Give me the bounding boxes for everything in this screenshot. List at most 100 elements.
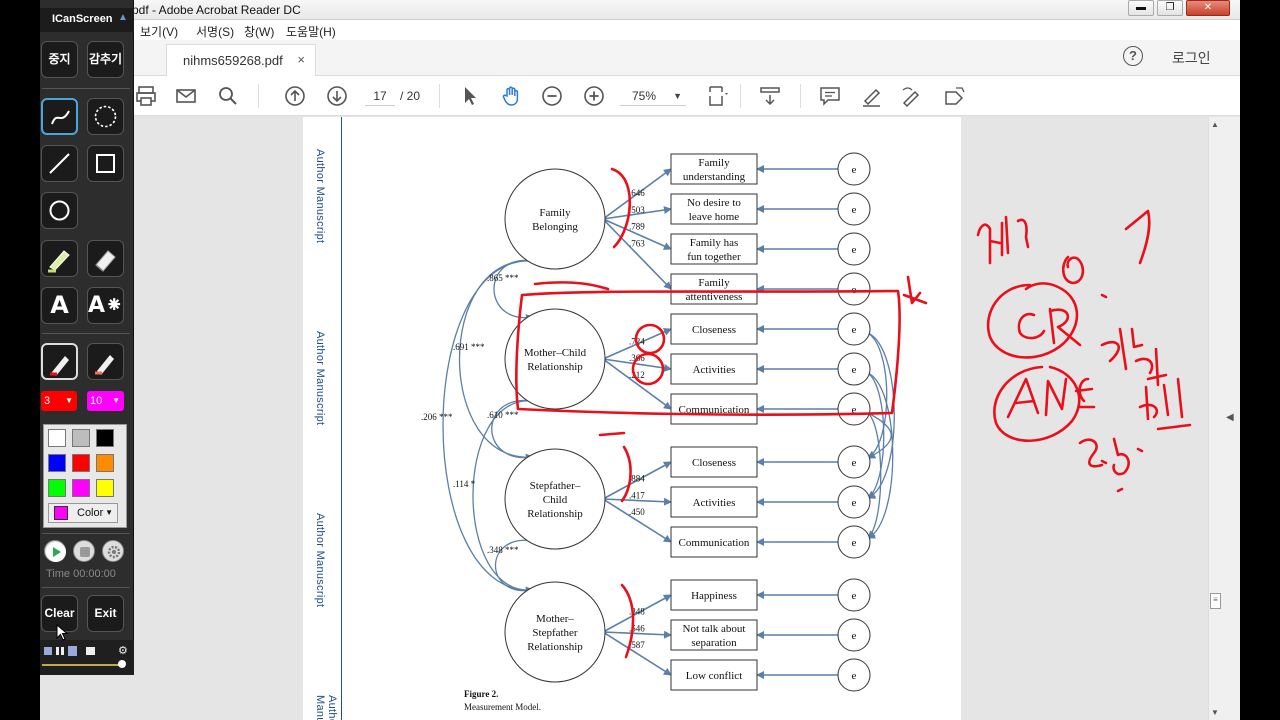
- freehand-pen-tool[interactable]: [41, 98, 78, 135]
- search-icon[interactable]: [216, 84, 240, 108]
- loading-value: .366: [629, 353, 645, 363]
- exit-button[interactable]: Exit: [87, 595, 124, 632]
- select-cursor-icon[interactable]: [458, 84, 482, 108]
- zoom-select[interactable]: 75% ▼: [620, 86, 686, 106]
- record-play-button[interactable]: [44, 540, 66, 562]
- recording-time: Time 00:00:00: [46, 568, 116, 580]
- sign-icon[interactable]: [942, 84, 966, 108]
- loading-value: .848: [629, 606, 645, 616]
- color-swatch[interactable]: [96, 429, 114, 447]
- record-stop-button[interactable]: [73, 540, 95, 562]
- zoom-out-icon[interactable]: [540, 84, 564, 108]
- text-box-tool[interactable]: A⁕: [87, 287, 124, 324]
- indicator-label: Activities: [693, 497, 736, 509]
- scroll-down-icon[interactable]: ▼: [1211, 708, 1219, 717]
- color-swatch[interactable]: [48, 479, 66, 497]
- pen-opacity-select[interactable]: 10 ▼: [87, 391, 124, 411]
- error-term-label: e: [852, 204, 857, 216]
- menu-sign[interactable]: 서명(S): [196, 23, 234, 40]
- loading-value: .417: [629, 490, 645, 500]
- indicator-label: Communication: [679, 537, 750, 549]
- page-total: / 20: [400, 89, 421, 103]
- loading-value: .546: [629, 623, 645, 633]
- page-layout-icon[interactable]: [706, 84, 730, 108]
- eraser-tool[interactable]: [87, 240, 124, 277]
- circle-tool[interactable]: [41, 192, 78, 229]
- columns-icon[interactable]: [56, 647, 64, 655]
- handwriting: [1136, 447, 1144, 453]
- hand-tool-icon[interactable]: [499, 84, 523, 108]
- handwriting: [1017, 312, 1046, 340]
- next-page-icon[interactable]: [325, 84, 349, 108]
- print-icon[interactable]: [134, 84, 158, 108]
- pen-size-select[interactable]: 3 ▼: [41, 391, 77, 411]
- volume-slider-knob[interactable]: [118, 660, 126, 668]
- menu-window[interactable]: 창(W): [244, 23, 274, 40]
- close-tab-icon[interactable]: ×: [297, 52, 305, 67]
- current-color-swatch: [54, 506, 68, 520]
- color-swatch[interactable]: [72, 429, 90, 447]
- previous-page-icon[interactable]: [283, 84, 307, 108]
- handwriting: [993, 365, 1081, 442]
- indicator-label: Family: [698, 157, 730, 169]
- volume-slider[interactable]: [42, 664, 122, 666]
- menu-view[interactable]: 보기(V): [140, 23, 178, 40]
- color-picker-button[interactable]: Color ▼: [48, 503, 118, 523]
- video-camera-icon[interactable]: [86, 647, 95, 655]
- scroll-up-icon[interactable]: ▲: [1211, 120, 1219, 129]
- play-icon: [46, 542, 66, 562]
- scroll-thumb[interactable]: ≡: [1210, 593, 1221, 609]
- color-swatch[interactable]: [48, 429, 66, 447]
- indicator-label: Low conflict: [686, 670, 743, 682]
- error-term-label: e: [852, 670, 857, 682]
- draw-icon[interactable]: [900, 84, 924, 108]
- line-tool[interactable]: [41, 145, 78, 182]
- marker-tool[interactable]: [87, 343, 124, 380]
- loading-path: [602, 498, 672, 543]
- page-number-input[interactable]: 17: [365, 86, 395, 106]
- highlight-pen-icon[interactable]: [860, 84, 884, 108]
- save-icon[interactable]: [68, 646, 77, 656]
- color-swatch[interactable]: [72, 454, 90, 472]
- maximize-button[interactable]: ❐: [1157, 0, 1183, 16]
- close-window-button[interactable]: ✕: [1186, 0, 1230, 16]
- indicator-label: Family: [698, 277, 730, 289]
- tab-document[interactable]: nihms659268.pdf ×: [166, 44, 316, 76]
- highlighter-tool[interactable]: [41, 240, 78, 277]
- error-term-label: e: [852, 590, 857, 602]
- latent-factor-label: Child: [543, 494, 568, 506]
- title-bar: pdf - Adobe Acrobat Reader DC ▬ ❐ ✕: [40, 0, 1240, 20]
- hide-button[interactable]: 감추기: [87, 41, 124, 78]
- handwriting: [1100, 327, 1144, 371]
- rectangle-tool[interactable]: [87, 145, 124, 182]
- loading-value: .450: [629, 507, 645, 517]
- collapse-icon[interactable]: ▲: [118, 12, 128, 23]
- help-icon[interactable]: ?: [1123, 46, 1143, 66]
- vertical-scrollbar[interactable]: ▲ ≡ ▼: [1208, 117, 1222, 720]
- right-pane-toggle[interactable]: ◀: [1222, 117, 1240, 720]
- pen-color-tool[interactable]: [41, 343, 78, 380]
- handwriting: [1006, 377, 1040, 419]
- color-swatch[interactable]: [72, 479, 90, 497]
- gear-icon[interactable]: ⚙: [118, 644, 128, 657]
- color-swatch[interactable]: [48, 454, 66, 472]
- color-swatch[interactable]: [96, 454, 114, 472]
- email-icon[interactable]: [174, 84, 198, 108]
- login-button[interactable]: 로그인: [1172, 48, 1211, 68]
- layout-icon[interactable]: [44, 647, 52, 655]
- handwriting: [1048, 307, 1082, 347]
- latent-factor-label: Belonging: [532, 221, 578, 233]
- comment-icon[interactable]: [818, 84, 842, 108]
- pen-icon: [50, 356, 69, 376]
- stop-button[interactable]: 중지: [41, 41, 78, 78]
- ellipse-select-tool[interactable]: [87, 98, 124, 135]
- minimize-button[interactable]: ▬: [1128, 0, 1154, 16]
- scroll-mode-icon[interactable]: [758, 84, 782, 108]
- color-swatch[interactable]: [96, 479, 114, 497]
- zoom-in-icon[interactable]: [582, 84, 606, 108]
- record-settings-button[interactable]: [102, 540, 124, 562]
- loading-value: .763: [629, 238, 645, 248]
- latent-factor-label: Relationship: [527, 641, 583, 653]
- text-tool[interactable]: A: [41, 287, 78, 324]
- menu-help[interactable]: 도움말(H): [286, 23, 336, 40]
